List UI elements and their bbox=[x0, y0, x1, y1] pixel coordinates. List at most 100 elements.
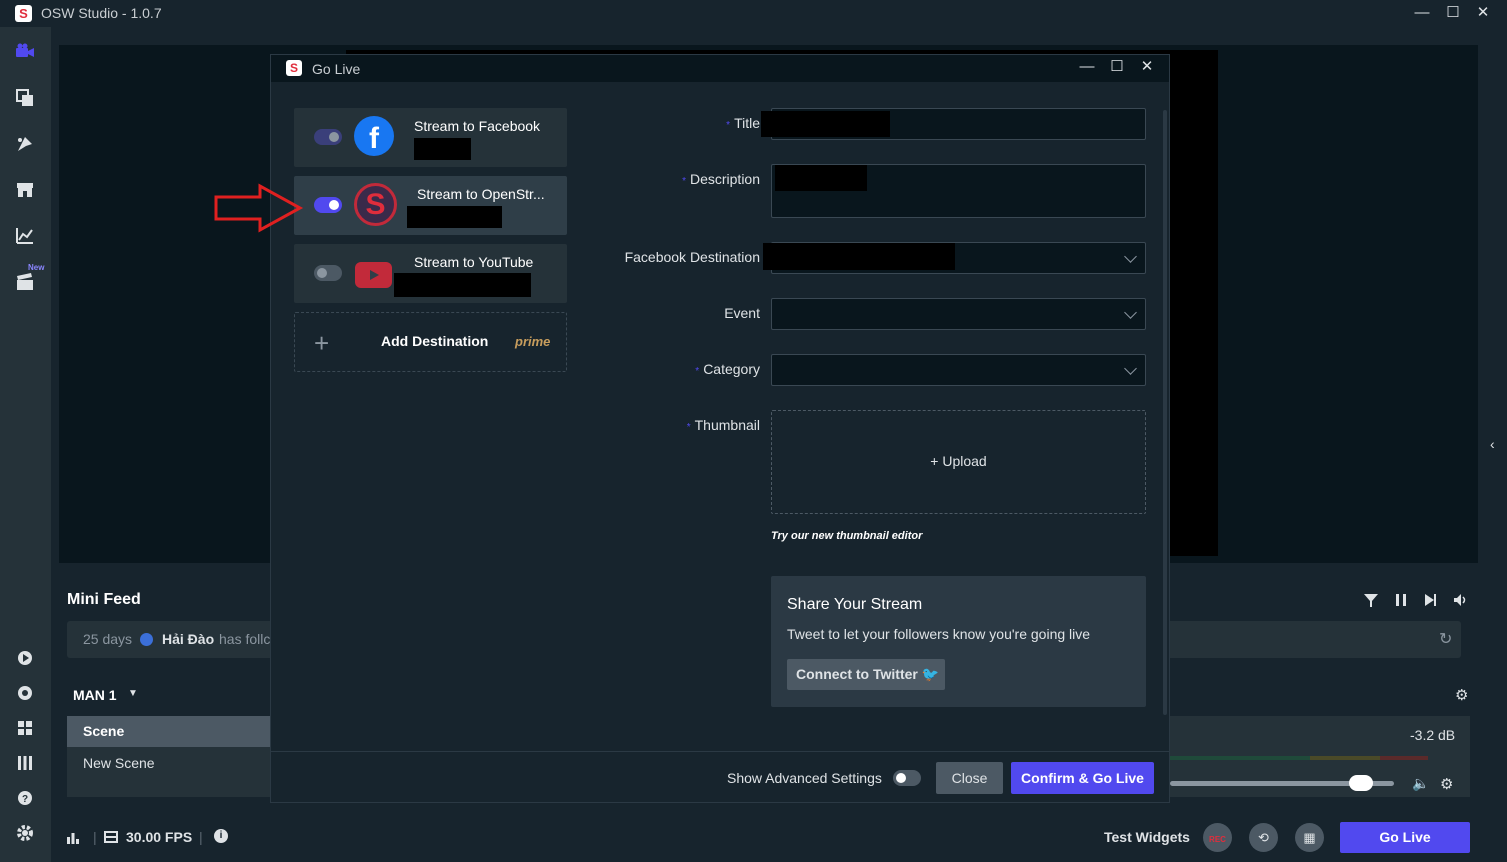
scenes-gear-icon[interactable]: ⚙ bbox=[1455, 686, 1468, 704]
volume-icon[interactable] bbox=[1453, 593, 1469, 612]
replay-buffer-icon[interactable]: ⟲ bbox=[1249, 823, 1278, 852]
confirm-go-live-button[interactable]: Confirm & Go Live bbox=[1011, 762, 1154, 794]
advanced-settings-toggle[interactable] bbox=[893, 770, 921, 786]
chat-icon[interactable] bbox=[14, 682, 36, 704]
annotation-arrow bbox=[214, 183, 304, 233]
layout-editor-icon[interactable] bbox=[14, 87, 36, 109]
themes-icon[interactable] bbox=[14, 133, 36, 155]
play-circle-icon[interactable] bbox=[14, 647, 36, 669]
category-label-text: Category bbox=[703, 361, 760, 377]
modal-titlebar bbox=[271, 55, 1169, 82]
volume-slider-handle[interactable] bbox=[1349, 775, 1373, 791]
advanced-settings-label: Show Advanced Settings bbox=[727, 770, 882, 786]
description-label-text: Description bbox=[689, 171, 760, 187]
connect-twitter-label: Connect to Twitter bbox=[796, 666, 918, 682]
chevron-down-icon bbox=[1124, 362, 1137, 375]
redacted-account bbox=[394, 273, 531, 297]
go-live-button[interactable]: Go Live bbox=[1340, 822, 1470, 853]
chevron-left-icon[interactable]: ‹ bbox=[1490, 436, 1504, 456]
share-description: Tweet to let your followers know you're … bbox=[787, 626, 1091, 642]
required-mark: * bbox=[686, 422, 691, 433]
mixer-gear-icon[interactable]: ⚙ bbox=[1440, 775, 1453, 793]
footer bbox=[51, 814, 1507, 862]
plus-icon: + bbox=[314, 328, 330, 358]
youtube-toggle[interactable] bbox=[314, 265, 342, 281]
speaker-icon[interactable]: 🔈 bbox=[1412, 775, 1429, 792]
skip-icon[interactable] bbox=[1424, 593, 1438, 612]
pause-icon[interactable] bbox=[1394, 593, 1408, 612]
scene-collection-name[interactable]: MAN 1 bbox=[73, 687, 117, 703]
close-button[interactable]: Close bbox=[936, 762, 1003, 794]
redacted-destination bbox=[763, 243, 955, 270]
dashboard-chart-icon[interactable] bbox=[14, 225, 36, 247]
feed-text: has follc bbox=[219, 631, 271, 647]
modal-maximize-button[interactable]: ☐ bbox=[1105, 57, 1129, 77]
scene-header-label: Scene bbox=[83, 723, 125, 739]
performance-icon[interactable] bbox=[66, 830, 80, 849]
required-mark: * bbox=[726, 120, 731, 131]
maximize-button[interactable]: ☐ bbox=[1441, 3, 1465, 23]
app-titlebar bbox=[0, 0, 1507, 27]
mixer-db-value: -3.2 dB bbox=[1410, 727, 1456, 743]
feed-user: Hải Đào bbox=[162, 631, 215, 647]
columns-icon[interactable] bbox=[14, 752, 36, 774]
scene-item[interactable]: New Scene bbox=[83, 755, 155, 771]
event-label: Event bbox=[724, 305, 760, 321]
thumbnail-label: * Thumbnail bbox=[687, 417, 760, 433]
help-icon[interactable]: ? bbox=[14, 787, 36, 809]
app-logo bbox=[15, 5, 32, 22]
test-widgets-button[interactable]: Test Widgets bbox=[1104, 829, 1190, 845]
info-icon[interactable]: i bbox=[214, 829, 228, 843]
rec-label: REC bbox=[1209, 835, 1226, 844]
chevron-down-icon bbox=[1124, 250, 1137, 263]
category-label: * Category bbox=[695, 361, 760, 377]
mini-feed-title: Mini Feed bbox=[67, 591, 141, 608]
description-label: * Description bbox=[682, 171, 760, 187]
modal-close-button[interactable]: ✕ bbox=[1135, 57, 1159, 77]
settings-gear-icon[interactable] bbox=[14, 822, 36, 844]
schedule-icon[interactable]: ▦ bbox=[1295, 823, 1324, 852]
facebook-toggle[interactable] bbox=[314, 129, 342, 145]
prime-badge: prime bbox=[515, 334, 551, 349]
modal-minimize-button[interactable]: — bbox=[1075, 57, 1099, 77]
svg-text:?: ? bbox=[22, 794, 28, 805]
minimize-button[interactable]: — bbox=[1410, 3, 1434, 23]
refresh-icon[interactable]: ↻ bbox=[1439, 629, 1452, 649]
upload-label[interactable]: + Upload bbox=[771, 453, 1146, 469]
fps-value: 30.00 FPS bbox=[126, 829, 193, 845]
grid-layout-icon[interactable] bbox=[14, 717, 36, 739]
facebook-destination-label: Facebook Destination bbox=[624, 249, 760, 265]
share-title: Share Your Stream bbox=[787, 596, 923, 613]
openstream-toggle[interactable] bbox=[314, 197, 342, 213]
highlighter-clapper-icon[interactable] bbox=[14, 271, 36, 293]
redacted-title bbox=[761, 111, 890, 137]
youtube-icon bbox=[355, 262, 392, 288]
destination-label: Stream to OpenStr... bbox=[417, 186, 545, 202]
modal-scrollbar[interactable] bbox=[1163, 110, 1167, 715]
connect-twitter-button[interactable]: Connect to Twitter 🐦 bbox=[787, 659, 945, 690]
app-store-icon[interactable] bbox=[14, 179, 36, 201]
thumbnail-editor-link[interactable]: Try our new thumbnail editor bbox=[771, 530, 922, 542]
required-mark: * bbox=[695, 366, 700, 377]
chevron-down-icon[interactable]: ▼ bbox=[128, 688, 138, 699]
destination-label: Stream to YouTube bbox=[414, 254, 534, 270]
chevron-down-icon bbox=[1124, 306, 1137, 319]
destination-label: Stream to Facebook bbox=[414, 118, 541, 134]
redacted-account bbox=[407, 206, 502, 228]
twitter-bird-icon: 🐦 bbox=[921, 666, 940, 682]
studio-camera-icon[interactable] bbox=[14, 41, 36, 63]
title-label: * Title bbox=[726, 115, 760, 131]
event-select[interactable] bbox=[771, 298, 1146, 330]
modal-title: Go Live bbox=[312, 61, 361, 77]
required-mark: * bbox=[682, 176, 686, 187]
filter-icon[interactable] bbox=[1363, 592, 1379, 613]
close-window-button[interactable]: ✕ bbox=[1471, 3, 1495, 23]
modal-logo bbox=[286, 60, 302, 76]
redacted-account bbox=[414, 138, 471, 160]
facebook-icon bbox=[140, 633, 153, 646]
category-select[interactable] bbox=[771, 354, 1146, 386]
record-button[interactable]: REC bbox=[1203, 823, 1232, 852]
add-destination-label: Add Destination bbox=[381, 333, 489, 349]
divider: | bbox=[199, 829, 203, 845]
facebook-icon: f bbox=[354, 116, 394, 156]
